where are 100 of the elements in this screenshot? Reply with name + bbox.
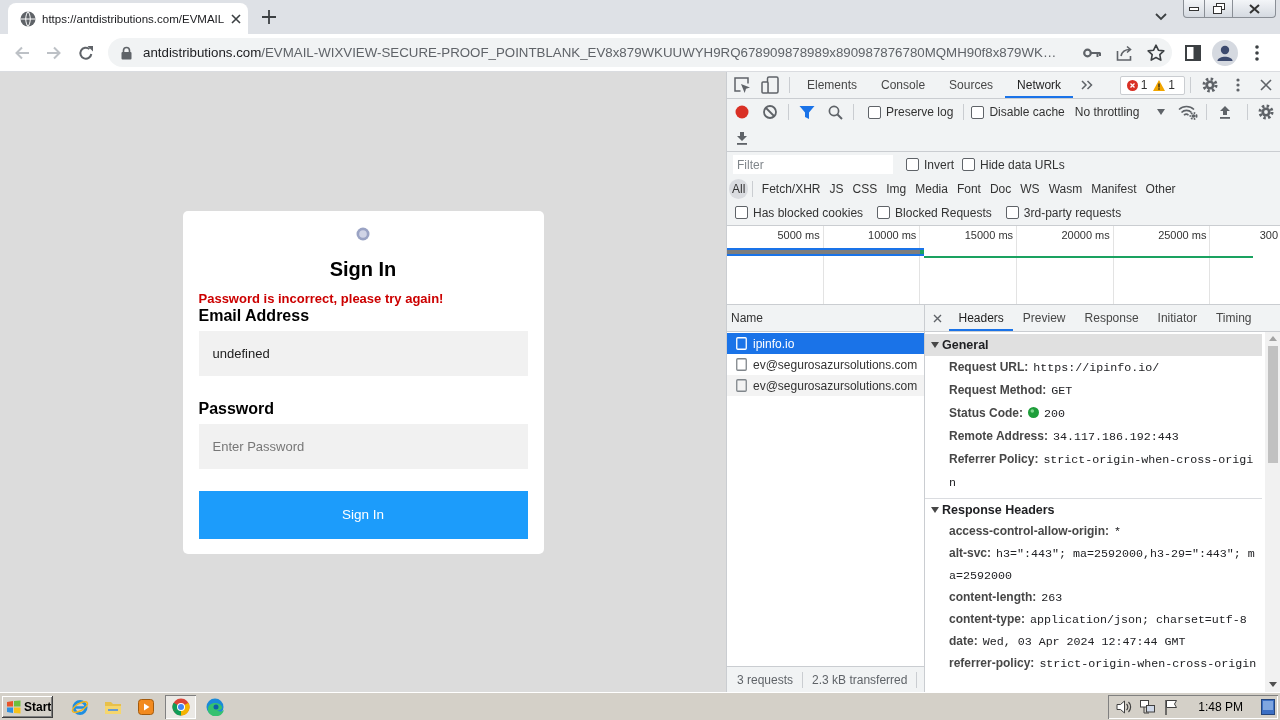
header-entry: alt-svc: h3=":443"; ma=2592000,h3-29=":443"; ma=2592000 <box>949 545 1256 585</box>
clear-icon[interactable] <box>763 105 777 119</box>
settings-icon[interactable] <box>1202 77 1218 93</box>
detail-tab[interactable]: Response <box>1075 305 1149 331</box>
address-bar[interactable]: antdistributions.com/EVMAIL-WIXVIEW-SECURE-PROOF_POINTBLANK_EV8x879WKUUWYH9RQ678909878989x890987876780MQMH90f8x879WK… <box>108 38 1172 67</box>
new-tab-icon[interactable] <box>262 10 276 24</box>
devtools-tab[interactable]: Elements <box>795 72 870 98</box>
column-header[interactable]: Name <box>731 311 763 325</box>
type-filter[interactable]: Font <box>952 178 986 199</box>
type-filter[interactable]: Other <box>1141 178 1181 199</box>
checkbox-label[interactable]: Preserve log <box>886 105 954 119</box>
browser-icon[interactable] <box>171 697 190 716</box>
issues-counter[interactable]: 1 1 <box>1119 75 1185 95</box>
checkbox-label[interactable]: Hide data URLs <box>980 157 1065 172</box>
checkbox[interactable] <box>877 206 891 219</box>
header-name: Status Code: <box>949 406 1023 420</box>
checkbox-label[interactable]: Blocked Requests <box>895 205 992 220</box>
type-filter[interactable]: CSS <box>848 178 882 199</box>
type-filter[interactable]: Fetch/XHR <box>757 178 826 199</box>
reload-icon[interactable] <box>78 44 94 61</box>
detail-tab[interactable]: Headers <box>949 305 1014 331</box>
request-row[interactable]: ev@segurosazursolutions.com <box>727 354 924 375</box>
chevron-down-icon[interactable] <box>1155 13 1167 21</box>
side-panel-icon[interactable] <box>1185 44 1201 61</box>
checkbox-label[interactable]: Has blocked cookies <box>753 205 864 220</box>
password-field[interactable]: Enter Password <box>198 423 528 469</box>
url-text: antdistributions.com/EVMAIL-WIXVIEW-SECURE-PROOF_POINTBLANK_EV8x879WKUUWYH9RQ678909878989x890987876780MQMH90f8x879WK… <box>143 43 1058 62</box>
checkbox[interactable] <box>1005 206 1019 219</box>
type-filter[interactable]: Media <box>910 178 953 199</box>
type-filter[interactable]: All <box>729 178 749 199</box>
close-icon[interactable] <box>932 313 942 323</box>
devtools-tab[interactable]: Sources <box>937 72 1006 98</box>
inspect-icon[interactable] <box>733 76 751 94</box>
warning-count: 1 <box>1168 78 1175 92</box>
checkbox[interactable] <box>962 158 975 171</box>
flag-icon[interactable] <box>1164 698 1179 715</box>
more-tabs-icon[interactable] <box>1081 80 1094 90</box>
menu-icon[interactable] <box>1236 78 1240 92</box>
share-icon[interactable] <box>1115 44 1133 61</box>
checkbox-label[interactable]: 3rd-party requests <box>1023 205 1122 220</box>
detail-tab[interactable]: Preview <box>1013 305 1076 331</box>
restore-button[interactable] <box>1205 0 1233 18</box>
avatar-icon[interactable] <box>1212 39 1238 66</box>
type-filter[interactable]: WS <box>1015 178 1045 199</box>
speaker-icon[interactable] <box>1116 698 1133 715</box>
media-player-icon[interactable] <box>137 698 154 715</box>
start-button[interactable]: Start <box>2 695 53 718</box>
detail-tab[interactable]: Initiator <box>1148 305 1207 331</box>
request-row[interactable]: ev@segurosazursolutions.com <box>727 375 924 396</box>
star-icon[interactable] <box>1147 44 1165 61</box>
request-row[interactable]: ipinfo.io <box>727 333 924 354</box>
start-logo-icon <box>6 699 21 714</box>
throttling-dropdown[interactable]: No throttling <box>1074 105 1166 119</box>
type-filter[interactable]: Manifest <box>1086 178 1142 199</box>
taskbar-app[interactable] <box>165 694 196 719</box>
download-icon[interactable] <box>736 131 748 145</box>
browser-tab[interactable]: https://antdistributions.com/EVMAIL <box>8 3 248 34</box>
detail-tab[interactable]: Timing <box>1206 305 1261 331</box>
devtools-tab[interactable]: Console <box>869 72 938 98</box>
wave-browser-icon[interactable] <box>205 697 224 716</box>
time-tick-label: 25000 ms <box>1158 229 1207 241</box>
warning-icon <box>1153 79 1166 91</box>
checkbox[interactable] <box>868 105 881 119</box>
checkbox-label[interactable]: Invert <box>924 157 954 172</box>
checkbox[interactable] <box>971 105 985 119</box>
menu-icon[interactable] <box>1255 44 1259 61</box>
globe-icon <box>356 226 370 241</box>
show-desktop-icon[interactable] <box>1261 698 1275 715</box>
header-entry: Remote Address: 34.117.186.192:443 <box>949 428 1180 446</box>
type-filter[interactable]: Wasm <box>1044 178 1087 199</box>
device-icon[interactable] <box>761 76 779 94</box>
close-icon[interactable] <box>231 13 241 24</box>
checkbox[interactable] <box>735 206 748 219</box>
email-field[interactable]: undefined <box>198 330 528 376</box>
type-filter[interactable]: Img <box>881 178 911 199</box>
network-settings-icon[interactable] <box>1178 104 1199 120</box>
scroll-down-icon[interactable] <box>1268 682 1277 687</box>
record-icon[interactable] <box>735 105 749 119</box>
summary-text: 3 requests <box>737 672 794 687</box>
settings-icon[interactable] <box>1258 104 1274 120</box>
key-icon[interactable] <box>1083 47 1101 58</box>
type-filter[interactable]: JS <box>825 178 849 199</box>
clock[interactable]: 1:48 PM <box>1198 699 1243 714</box>
minimize-button[interactable] <box>1183 0 1205 18</box>
network-icon[interactable] <box>1140 698 1157 715</box>
time-tick-label: 5000 ms <box>777 229 820 241</box>
scrollbar[interactable] <box>1265 332 1280 692</box>
search-icon[interactable] <box>827 104 843 120</box>
checkbox[interactable] <box>906 158 919 171</box>
section-header[interactable]: General <box>925 334 1262 356</box>
close-icon[interactable] <box>1260 79 1272 91</box>
upload-icon[interactable] <box>1219 105 1232 119</box>
minimize-icon <box>1189 6 1199 11</box>
filter-field[interactable]: Filter <box>733 155 893 174</box>
filter-icon[interactable] <box>799 104 815 120</box>
type-filter[interactable]: Doc <box>985 178 1016 199</box>
scrollbar-thumb[interactable] <box>1267 346 1278 463</box>
section-header[interactable]: Response Headers <box>925 499 1262 521</box>
window-close-button[interactable] <box>1233 0 1276 18</box>
checkbox-label[interactable]: Disable cache <box>989 105 1065 119</box>
